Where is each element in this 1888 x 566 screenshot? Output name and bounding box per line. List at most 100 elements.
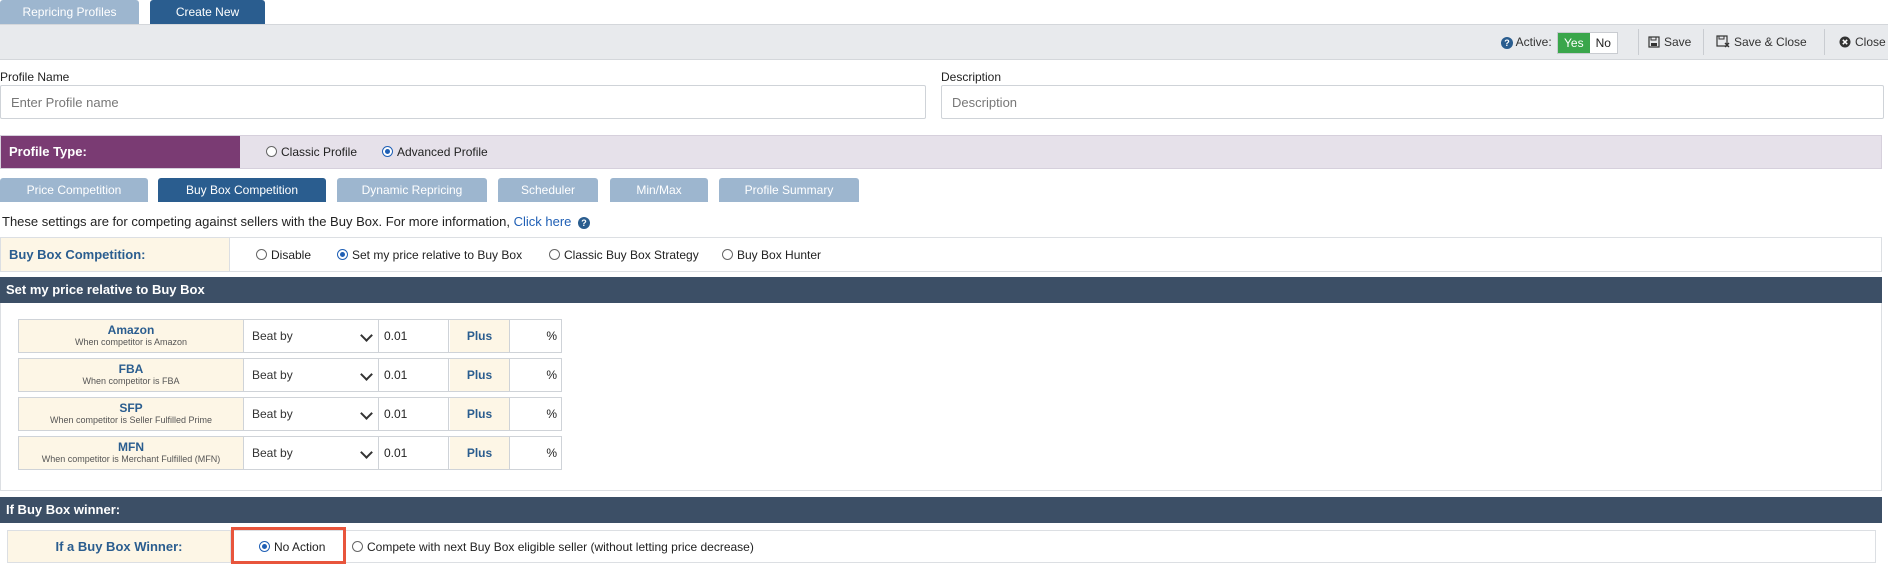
tab-scheduler[interactable]: Scheduler <box>498 178 598 202</box>
radio-label: Classic Profile <box>281 145 358 159</box>
active-toggle[interactable]: Yes No <box>1557 32 1618 54</box>
radio-button[interactable] <box>382 146 393 158</box>
amount-input[interactable]: 0.01 <box>380 437 449 469</box>
amount-input[interactable]: 0.01 <box>380 359 449 391</box>
info-text: These settings are for competing against… <box>2 214 590 229</box>
percent-input[interactable]: % <box>510 437 561 469</box>
action-select[interactable]: Beat by <box>244 398 379 430</box>
radio-button[interactable] <box>337 249 348 261</box>
plus-label: Plus <box>450 359 510 391</box>
radio-advanced-profile[interactable]: Advanced Profile <box>382 145 488 159</box>
section-relative-header: Set my price relative to Buy Box <box>0 277 1882 303</box>
rule-name: FBA When competitor is FBA <box>19 359 244 391</box>
active-yes[interactable]: Yes <box>1558 33 1590 53</box>
radio-button[interactable] <box>722 249 733 261</box>
save-label: Save <box>1664 35 1692 49</box>
active-no[interactable]: No <box>1590 33 1617 53</box>
chevron-down-icon <box>360 407 373 420</box>
action-value: Beat by <box>252 329 293 343</box>
radio-label: Set my price relative to Buy Box <box>352 248 523 262</box>
click-here-link[interactable]: Click here <box>514 214 572 229</box>
rule-title: FBA <box>118 362 144 376</box>
radio-classic-buy-box[interactable]: Classic Buy Box Strategy <box>549 248 699 262</box>
help-icon[interactable]: ? <box>578 216 590 229</box>
amount-input[interactable]: 0.01 <box>380 398 449 430</box>
percent-input[interactable]: % <box>510 398 561 430</box>
radio-button[interactable] <box>256 249 267 261</box>
save-close-label: Save & Close <box>1734 35 1807 49</box>
rule-name: SFP When competitor is Seller Fulfilled P… <box>19 398 244 430</box>
radio-button[interactable] <box>266 146 277 158</box>
profile-type-bar: Profile Type: Classic Profile Advanced P… <box>0 135 1882 169</box>
tab-dynamic-repricing[interactable]: Dynamic Repricing <box>337 178 487 202</box>
rule-subtitle: When competitor is Amazon <box>74 337 188 347</box>
floppy-disk-icon <box>1648 36 1660 48</box>
plus-label: Plus <box>450 437 510 469</box>
action-value: Beat by <box>252 368 293 382</box>
close-circle-icon <box>1839 36 1851 48</box>
divider <box>1703 29 1704 55</box>
radio-buy-box-hunter[interactable]: Buy Box Hunter <box>722 248 821 262</box>
amount-input[interactable]: 0.01 <box>380 320 449 352</box>
radio-label: Disable <box>271 248 312 262</box>
radio-button[interactable] <box>549 249 560 261</box>
profile-name-input[interactable] <box>0 85 926 119</box>
rule-subtitle: When competitor is FBA <box>82 376 180 386</box>
action-value: Beat by <box>252 407 293 421</box>
action-select[interactable]: Beat by <box>244 359 379 391</box>
buy-box-competition-row: Buy Box Competition: Disable Set my pric… <box>0 237 1882 272</box>
chevron-down-icon <box>360 446 373 459</box>
buy-box-winner-label: If a Buy Box Winner: <box>8 531 231 562</box>
tab-min-max[interactable]: Min/Max <box>610 178 708 202</box>
floppy-disk-close-icon <box>1716 35 1730 48</box>
info-sentence: These settings are for competing against… <box>2 214 510 229</box>
profile-type-label: Profile Type: <box>1 136 240 168</box>
tab-create-new[interactable]: Create New <box>150 0 265 24</box>
rule-name: MFN When competitor is Merchant Fulfilled… <box>19 437 244 469</box>
active-label: ? Active: <box>1501 25 1552 59</box>
radio-relative-buy-box[interactable]: Set my price relative to Buy Box <box>337 248 522 262</box>
divider <box>1638 29 1639 55</box>
radio-label: Buy Box Hunter <box>737 248 822 262</box>
radio-compete-next-seller[interactable]: Compete with next Buy Box eligible selle… <box>352 540 754 554</box>
action-toolbar: ? Active: Yes No Save Save & Close Close <box>0 24 1888 60</box>
rule-row-fba: FBA When competitor is FBA Beat by 0.01 P… <box>18 358 562 392</box>
description-label: Description <box>941 70 1002 84</box>
chevron-down-icon <box>360 329 373 342</box>
description-input[interactable] <box>941 85 1884 119</box>
radio-label: Classic Buy Box Strategy <box>564 248 699 262</box>
tab-repricing-profiles[interactable]: Repricing Profiles <box>0 0 139 24</box>
percent-input[interactable]: % <box>510 320 561 352</box>
percent-input[interactable]: % <box>510 359 561 391</box>
rule-row-mfn: MFN When competitor is Merchant Fulfilled… <box>18 436 562 470</box>
radio-classic-profile[interactable]: Classic Profile <box>266 145 357 159</box>
rule-title: SFP <box>119 401 143 415</box>
action-value: Beat by <box>252 446 293 460</box>
action-select[interactable]: Beat by <box>244 437 379 469</box>
save-button[interactable]: Save <box>1648 25 1691 59</box>
close-button[interactable]: Close <box>1839 25 1886 59</box>
rule-title: Amazon <box>107 323 155 337</box>
tab-buy-box-competition[interactable]: Buy Box Competition <box>158 178 326 202</box>
radio-label: Advanced Profile <box>397 145 488 159</box>
tab-price-competition[interactable]: Price Competition <box>0 178 148 202</box>
close-label: Close <box>1855 35 1886 49</box>
section-winner-header: If Buy Box winner: <box>0 497 1882 523</box>
tab-profile-summary[interactable]: Profile Summary <box>719 178 859 202</box>
plus-label: Plus <box>450 398 510 430</box>
buy-box-competition-label: Buy Box Competition: <box>1 238 230 271</box>
rule-row-amazon: Amazon When competitor is Amazon Beat by … <box>18 319 562 353</box>
save-close-button[interactable]: Save & Close <box>1716 25 1807 59</box>
action-select[interactable]: Beat by <box>244 320 379 352</box>
chevron-down-icon <box>360 368 373 381</box>
section-relative-body: Amazon When competitor is Amazon Beat by … <box>0 303 1882 491</box>
plus-label: Plus <box>450 320 510 352</box>
radio-button[interactable] <box>352 541 363 553</box>
rule-row-sfp: SFP When competitor is Seller Fulfilled P… <box>18 397 562 431</box>
radio-label: Compete with next Buy Box eligible selle… <box>367 540 754 554</box>
radio-disable[interactable]: Disable <box>256 248 311 262</box>
help-icon[interactable]: ? <box>1501 36 1513 49</box>
active-text: Active: <box>1515 35 1552 49</box>
highlight-box <box>231 527 346 564</box>
rule-subtitle: When competitor is Seller Fulfilled Prim… <box>49 415 213 425</box>
